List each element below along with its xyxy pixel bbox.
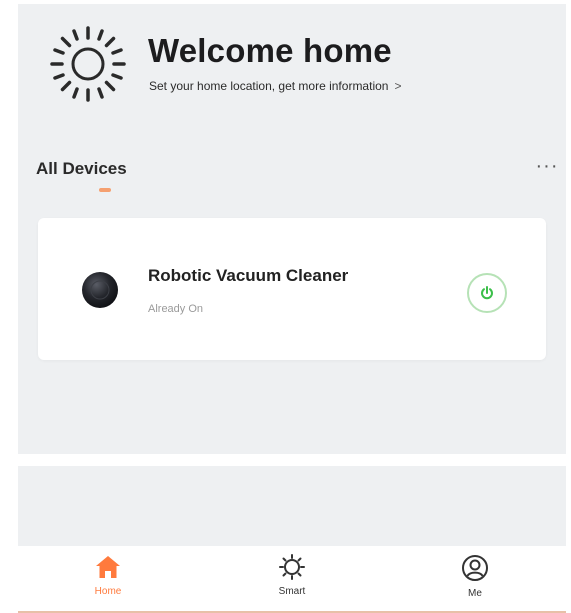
home-icon	[96, 556, 120, 578]
more-button[interactable]: ···	[530, 154, 564, 178]
user-icon	[462, 555, 488, 581]
welcome-title: Welcome home	[148, 32, 392, 69]
tab-active-indicator	[99, 188, 111, 192]
tab-smart-label: Smart	[278, 586, 306, 597]
tab-smart[interactable]: Smart	[252, 554, 332, 610]
tab-home[interactable]: Home	[68, 554, 148, 610]
device-name: Robotic Vacuum Cleaner	[148, 266, 349, 285]
vacuum-icon	[82, 272, 118, 308]
welcome-header[interactable]: Welcome home Set your home location, get…	[48, 24, 548, 104]
tab-me-label: Me	[468, 588, 482, 599]
power-icon	[481, 286, 493, 300]
chevron-right-icon: >	[394, 79, 402, 93]
welcome-subtitle-text: Set your home location, get more informa…	[149, 79, 389, 93]
device-status: Already On	[148, 303, 204, 315]
smart-sun-icon	[279, 554, 305, 580]
device-card[interactable]: Robotic Vacuum Cleaner Already On	[38, 218, 546, 360]
tab-home-label: Home	[94, 586, 122, 597]
bottom-tabbar: Home Smart Me	[18, 546, 566, 613]
tab-all-devices[interactable]: All Devices	[36, 159, 127, 179]
sun-icon	[50, 26, 126, 102]
power-button[interactable]	[467, 273, 507, 313]
tab-me[interactable]: Me	[435, 554, 515, 610]
welcome-subtitle[interactable]: Set your home location, get more informa…	[149, 79, 401, 93]
